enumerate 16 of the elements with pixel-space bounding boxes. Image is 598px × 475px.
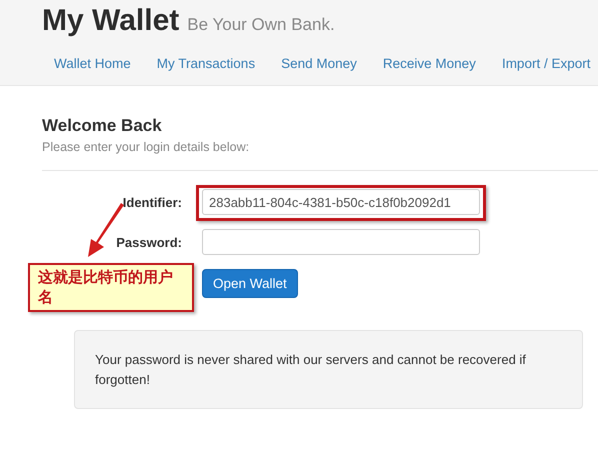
site-tagline: Be Your Own Bank. bbox=[187, 15, 335, 35]
site-title: My Wallet bbox=[42, 4, 180, 38]
nav-link[interactable]: Receive Money bbox=[382, 56, 476, 71]
nav-link[interactable]: Wallet Home bbox=[54, 56, 131, 71]
nav-link[interactable]: Send Money bbox=[281, 56, 357, 71]
callout-note: 这就是比特币的用户名 bbox=[28, 263, 194, 312]
field-label: Identifier: bbox=[122, 194, 183, 210]
input-field[interactable] bbox=[202, 229, 480, 255]
notice-message: Your password is never shared with our servers and cannot be recovered if forgotten! bbox=[74, 330, 583, 409]
open-wallet-button[interactable]: Open Wallet bbox=[202, 269, 298, 298]
login-subheading: Please enter your login details below: bbox=[42, 140, 250, 154]
login-heading: Welcome Back bbox=[42, 116, 163, 136]
nav-link[interactable]: Import / Export bbox=[502, 56, 590, 71]
nav-link[interactable]: My Transactions bbox=[156, 56, 256, 71]
input-field[interactable]: 283abb11-804c-4381-b50c-c18f0b2092d1 bbox=[202, 189, 480, 215]
field-label: Password: bbox=[115, 234, 183, 250]
